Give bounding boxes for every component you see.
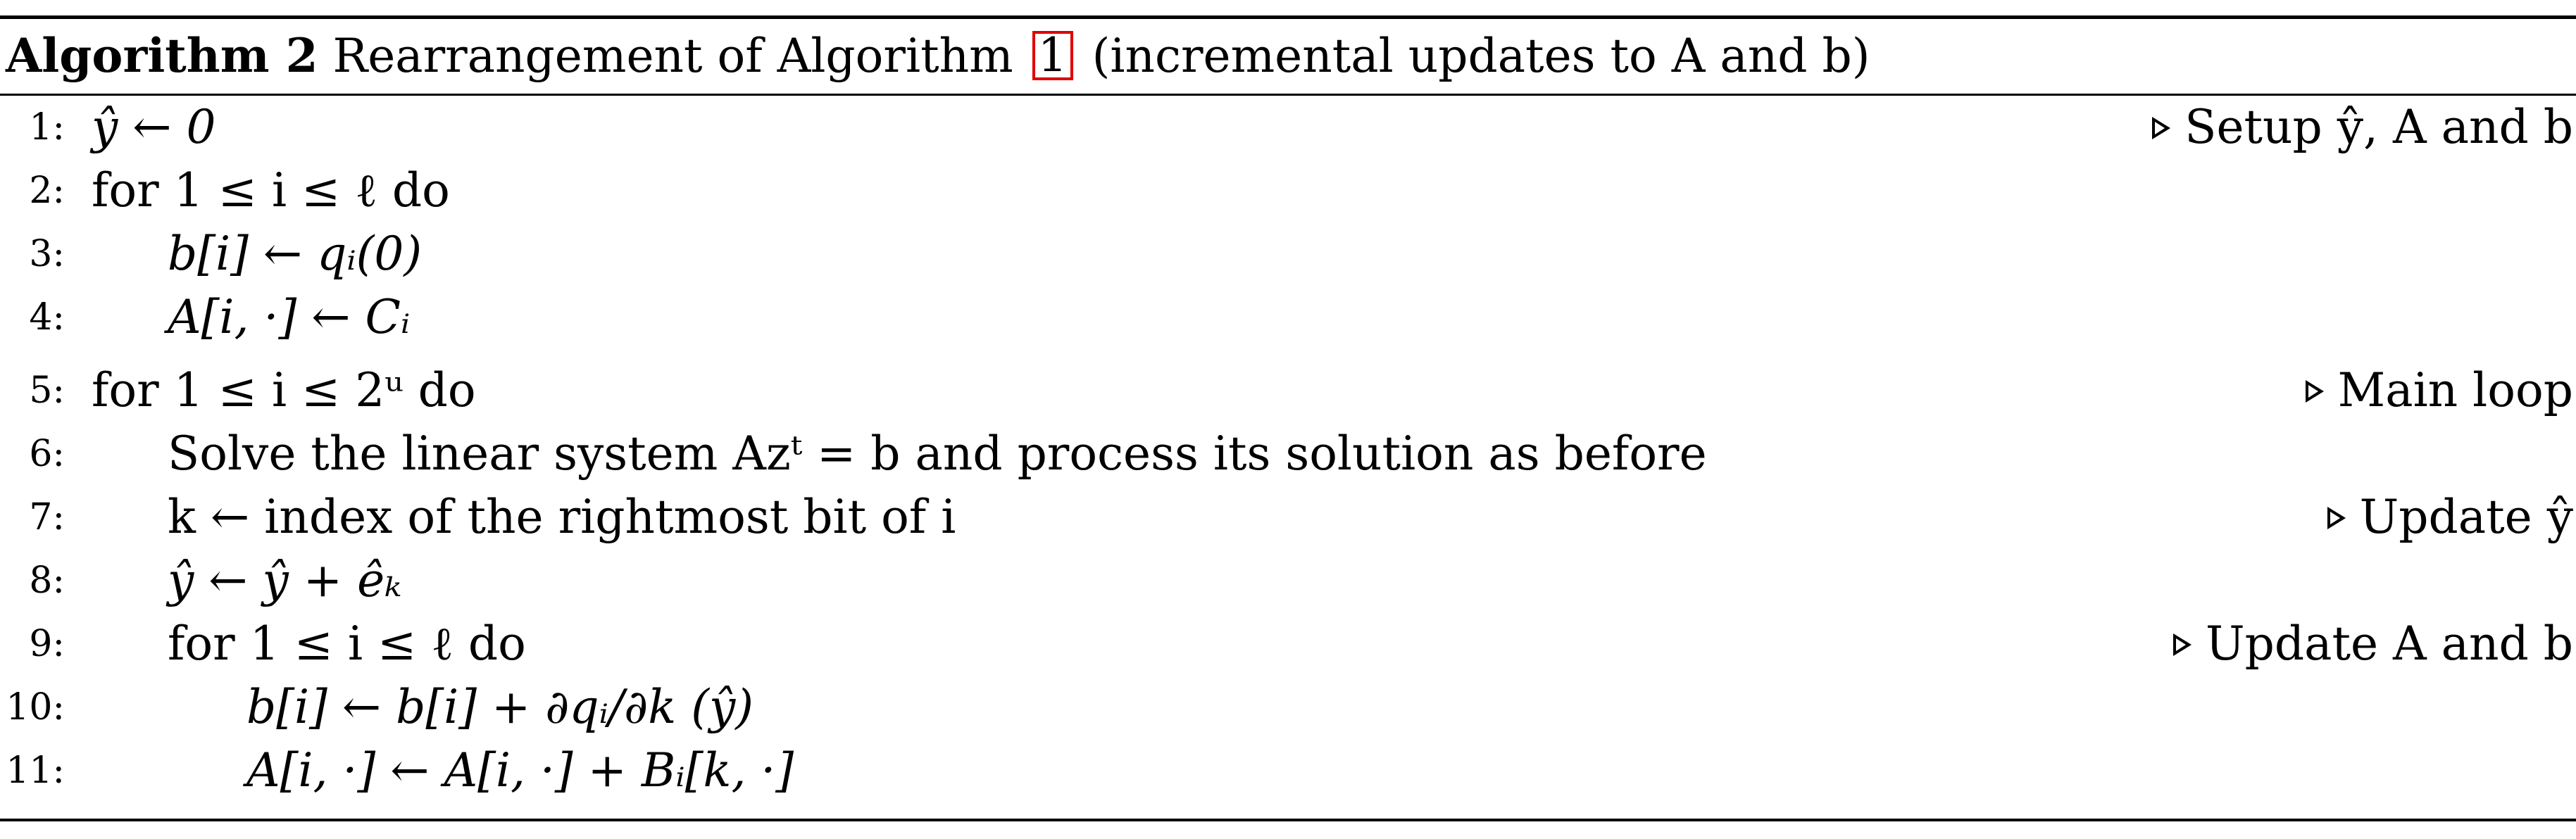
line-number: 4: xyxy=(29,296,65,339)
line-code: for 1 ≤ i ≤ ℓ do xyxy=(168,617,526,671)
algorithm-title-suffix: (incremental updates to A and b) xyxy=(1092,29,1870,83)
comment-triangle-icon xyxy=(2172,633,2192,656)
line-code: A[i, ·] ← Cᵢ xyxy=(168,290,411,344)
algorithm-title: Rearrangement of Algorithm xyxy=(332,29,1013,83)
algorithm-line-5: 5: for 1 ≤ i ≤ 2ᵘ do Main loop xyxy=(0,359,2576,422)
algorithm-line-8: 8: ŷ ← ŷ + êₖ xyxy=(0,549,2576,612)
line-number: 3: xyxy=(29,233,65,275)
line-code: for 1 ≤ i ≤ ℓ do xyxy=(92,163,450,217)
algorithm-line-2: 2: for 1 ≤ i ≤ ℓ do xyxy=(0,159,2576,222)
line-code: ŷ ← ŷ + êₖ xyxy=(168,553,402,607)
algorithm-line-6: 6: Solve the linear system Azᵗ = b and p… xyxy=(0,422,2576,486)
comment-triangle-icon xyxy=(2327,507,2346,529)
line-comment: Update ŷ xyxy=(2327,486,2573,549)
algorithm-label: Algorithm 2 xyxy=(6,28,318,83)
line-number: 9: xyxy=(29,623,65,665)
algorithm-line-1: 1: ŷ ← 0 Setup ŷ, A and b xyxy=(0,96,2576,159)
comment-triangle-icon xyxy=(2152,117,2171,139)
line-number: 7: xyxy=(29,496,65,538)
line-comment: Setup ŷ, A and b xyxy=(2152,96,2573,159)
algorithm-line-4: 4: A[i, ·] ← Cᵢ xyxy=(0,286,2576,349)
algorithm-line-10: 10: b[i] ← b[i] + ∂qᵢ/∂k (ŷ) xyxy=(0,676,2576,739)
line-code: for 1 ≤ i ≤ 2ᵘ do xyxy=(92,363,476,417)
algorithm-line-9: 9: for 1 ≤ i ≤ ℓ do Update A and b xyxy=(0,612,2576,676)
line-number: 8: xyxy=(29,560,65,602)
line-number: 1: xyxy=(29,106,65,149)
line-code: k ← index of the rightmost bit of i xyxy=(168,490,956,544)
bottom-rule xyxy=(0,819,2576,821)
line-number: 2: xyxy=(29,170,65,212)
line-code: Solve the linear system Azᵗ = b and proc… xyxy=(168,427,1707,481)
algorithm-reference-link[interactable]: 1 xyxy=(1032,31,1073,80)
top-rule xyxy=(0,15,2576,19)
line-code: A[i, ·] ← A[i, ·] + Bᵢ[k, ·] xyxy=(246,743,794,797)
line-number: 6: xyxy=(29,433,65,475)
line-comment: Main loop xyxy=(2305,359,2573,422)
algorithm-caption: Algorithm 2 Rearrangement of Algorithm 1… xyxy=(6,20,1870,92)
line-code: ŷ ← 0 xyxy=(92,100,216,154)
line-number: 5: xyxy=(29,370,65,412)
comment-triangle-icon xyxy=(2305,380,2324,403)
line-code: b[i] ← b[i] + ∂qᵢ/∂k (ŷ) xyxy=(246,680,754,734)
line-code: b[i] ← qᵢ(0) xyxy=(168,227,423,281)
line-comment: Update A and b xyxy=(2172,612,2573,676)
line-number: 11: xyxy=(6,750,65,792)
algorithm-line-3: 3: b[i] ← qᵢ(0) xyxy=(0,222,2576,286)
line-number: 10: xyxy=(6,686,65,728)
algorithm-line-11: 11: A[i, ·] ← A[i, ·] + Bᵢ[k, ·] xyxy=(0,739,2576,802)
algorithm-line-7: 7: k ← index of the rightmost bit of i U… xyxy=(0,486,2576,549)
